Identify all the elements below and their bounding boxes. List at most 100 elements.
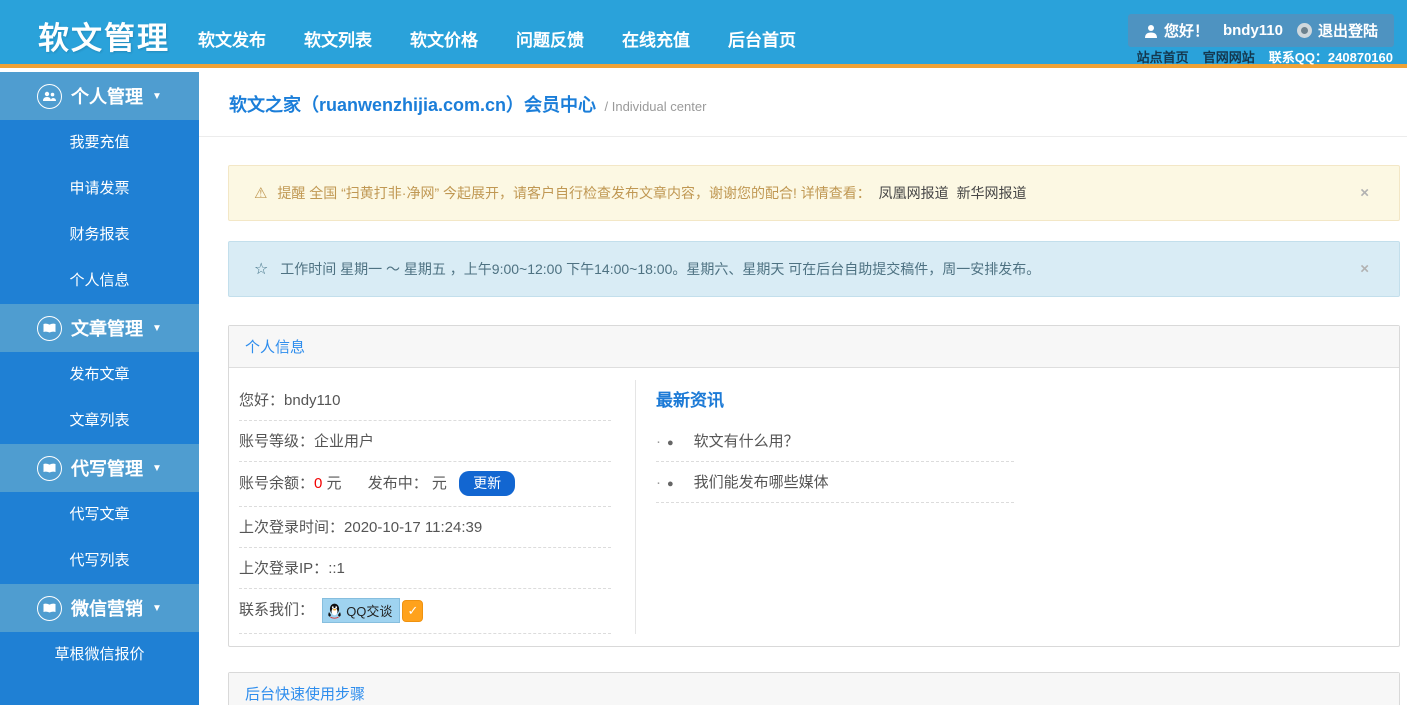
contact-label: 联系我们：: [239, 601, 315, 619]
level-value: 企业用户: [314, 433, 375, 450]
official-site-link[interactable]: 官网网站: [1203, 47, 1255, 66]
page-subtitle: / Individual center: [604, 99, 707, 114]
sidebar: 个人管理 ▼ 我要充值 申请发票 财务报表 个人信息 文章管理 ▼ 发布文章 文…: [0, 72, 199, 705]
sidebar-item-ghostwrite-list[interactable]: 代写列表: [0, 538, 199, 584]
sidebar-item-wechat-quote[interactable]: 草根微信报价: [0, 632, 199, 678]
news-column: 最新资讯 · ● 软文有什么用？ · ● 我们能发布哪些媒体: [635, 380, 1399, 634]
bullet-icon: ●: [667, 478, 674, 490]
warning-alert: ⚠ 提醒 全国 “扫黄打非·净网” 今起展开，请客户自行检查发布文章内容，谢谢您…: [228, 165, 1400, 221]
top-links: 站点首页 官网网站 联系QQ：240870160: [1137, 47, 1393, 66]
sidebar-section-articles[interactable]: 文章管理 ▼: [0, 304, 199, 352]
steps-panel-title: 后台快速使用步骤: [229, 673, 1399, 705]
profile-panel-body: 您好：bndy110 账号等级：企业用户 账号余额：0 元 发布中： 元 更新 …: [229, 368, 1399, 646]
chevron-down-icon: ▼: [152, 90, 162, 102]
user-icon: [1144, 24, 1157, 38]
nav-item-publish[interactable]: 软文发布: [198, 26, 266, 51]
news-item[interactable]: · ● 软文有什么用？: [656, 421, 1014, 462]
sidebar-section-wechat[interactable]: 微信营销 ▼: [0, 584, 199, 632]
warning-text: 提醒 全国 “扫黄打非·净网” 今起展开，请客户自行检查发布文章内容，谢谢您的配…: [277, 185, 871, 201]
close-icon[interactable]: ×: [1360, 261, 1369, 278]
last-login-time-row: 上次登录时间：2020-10-17 11:24:39: [239, 507, 611, 548]
sidebar-section-label: 个人管理: [71, 87, 144, 107]
close-icon[interactable]: ×: [1360, 185, 1369, 202]
phoenix-report-link[interactable]: 凤凰网报道: [879, 185, 949, 201]
last-login-ip-row: 上次登录IP：::1: [239, 548, 611, 589]
greeting-value: bndy110: [284, 392, 341, 409]
sidebar-item-publish-article[interactable]: 发布文章: [0, 352, 199, 398]
info-text: 工作时间 星期一 ～ 星期五 ，上午9:00~12:00 下午14:00~18:…: [280, 261, 1041, 277]
qq-verified-badge: ✓: [402, 599, 424, 622]
sidebar-section-label: 微信营销: [71, 599, 144, 619]
news-item-label: 软文有什么用？: [693, 433, 799, 450]
sidebar-section-ghostwriting[interactable]: 代写管理 ▼: [0, 444, 199, 492]
update-button[interactable]: 更新: [459, 471, 516, 496]
nav-item-feedback[interactable]: 问题反馈: [516, 26, 584, 51]
news-title: 最新资讯: [656, 391, 724, 410]
book-icon: [37, 315, 63, 341]
user-greeting: 您好！: [1163, 23, 1209, 40]
sidebar-section-label: 文章管理: [71, 319, 144, 339]
sidebar-section-personal[interactable]: 个人管理 ▼: [0, 72, 199, 120]
breadcrumb: 软文之家（ruanwenzhijia.com.cn）会员中心 / Individ…: [199, 68, 1407, 137]
bullet-icon: ·: [656, 433, 661, 450]
qq-chat-button[interactable]: QQ交谈 ✓: [322, 598, 424, 623]
news-item-label: 我们能发布哪些媒体: [693, 474, 829, 491]
last-ip-label: 上次登录IP：: [239, 560, 329, 577]
username: bndy110: [1222, 22, 1283, 39]
greeting-row: 您好：bndy110: [239, 380, 611, 421]
logout-label: 退出登陆: [1317, 23, 1378, 40]
page-title: 软文之家（ruanwenzhijia.com.cn）会员中心: [229, 95, 597, 115]
bullet-icon: ●: [667, 437, 674, 449]
balance-label: 账号余额：: [239, 475, 315, 492]
bullet-icon: ·: [656, 474, 661, 491]
profile-info-column: 您好：bndy110 账号等级：企业用户 账号余额：0 元 发布中： 元 更新 …: [239, 380, 611, 634]
star-icon: ☆: [254, 261, 269, 278]
logout-button[interactable]: 退出登陆: [1296, 20, 1378, 41]
profile-panel: 个人信息 您好：bndy110 账号等级：企业用户 账号余额：0 元 发布中： …: [228, 325, 1400, 647]
nav-item-recharge[interactable]: 在线充值: [622, 26, 690, 51]
balance-unit: 元: [326, 475, 342, 492]
top-nav: 软文发布 软文列表 软文价格 问题反馈 在线充值 后台首页: [198, 0, 796, 68]
sidebar-item-article-list[interactable]: 文章列表: [0, 398, 199, 444]
steps-panel: 后台快速使用步骤 Step1：注册账号 注册账号，填写账号、密码、联系方式，点击…: [228, 672, 1400, 705]
user-pill: 您好！ bndy110 退出登陆: [1127, 14, 1394, 47]
app-logo: 软文管理: [38, 21, 170, 56]
balance-value: 0: [314, 475, 323, 492]
qq-penguin-icon: [328, 603, 341, 619]
last-login-value: 2020-10-17 11:24:39: [344, 519, 483, 536]
main-content: 软文之家（ruanwenzhijia.com.cn）会员中心 / Individ…: [199, 68, 1407, 705]
site-home-link[interactable]: 站点首页: [1137, 47, 1189, 66]
users-icon: [37, 83, 63, 109]
sidebar-section-label: 代写管理: [71, 459, 144, 479]
chevron-down-icon: ▼: [152, 602, 162, 614]
xinhua-report-link[interactable]: 新华网报道: [957, 185, 1027, 201]
logout-icon: [1296, 23, 1312, 38]
book-icon: [37, 455, 63, 481]
sidebar-item-invoice[interactable]: 申请发票: [0, 166, 199, 212]
nav-item-list[interactable]: 软文列表: [304, 26, 372, 51]
qq-chat-inner: QQ交谈: [322, 598, 401, 623]
nav-item-price[interactable]: 软文价格: [410, 26, 478, 51]
book-icon: [37, 595, 63, 621]
sidebar-item-ghostwrite-article[interactable]: 代写文章: [0, 492, 199, 538]
account-level-row: 账号等级：企业用户: [239, 421, 611, 462]
greeting-label: 您好：: [239, 392, 285, 409]
publishing-label: 发布中：: [367, 475, 428, 492]
user-greeting-seg: 您好！: [1144, 20, 1209, 41]
content-area: ⚠ 提醒 全国 “扫黄打非·净网” 今起展开，请客户自行检查发布文章内容，谢谢您…: [199, 165, 1407, 705]
chevron-down-icon: ▼: [152, 322, 162, 334]
last-login-label: 上次登录时间：: [239, 519, 345, 536]
news-item[interactable]: · ● 我们能发布哪些媒体: [656, 462, 1014, 503]
warning-icon: ⚠: [254, 185, 268, 202]
top-header: 软文管理 软文发布 软文列表 软文价格 问题反馈 在线充值 后台首页 您好！ b…: [0, 0, 1407, 68]
nav-item-backend-home[interactable]: 后台首页: [728, 26, 796, 51]
qq-chat-label: QQ交谈: [346, 604, 393, 619]
chevron-down-icon: ▼: [152, 462, 162, 474]
sidebar-item-finance-report[interactable]: 财务报表: [0, 212, 199, 258]
profile-panel-title: 个人信息: [229, 326, 1399, 368]
info-alert: ☆ 工作时间 星期一 ～ 星期五 ，上午9:00~12:00 下午14:00~1…: [228, 241, 1400, 297]
level-label: 账号等级：: [239, 433, 315, 450]
qq-contact[interactable]: 联系QQ：240870160: [1269, 47, 1393, 66]
sidebar-item-personal-info[interactable]: 个人信息: [0, 258, 199, 304]
sidebar-item-recharge[interactable]: 我要充值: [0, 120, 199, 166]
